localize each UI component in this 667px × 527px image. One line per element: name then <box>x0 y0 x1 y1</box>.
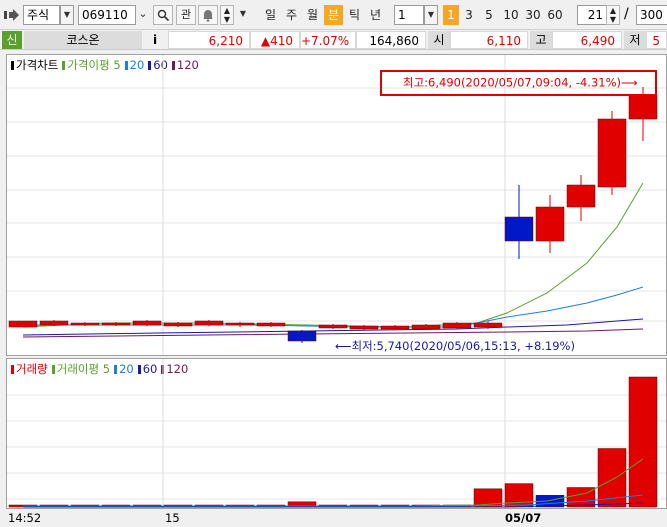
candle <box>504 216 534 242</box>
credit-badge: 신 <box>2 31 22 49</box>
interval-button-10[interactable]: 10 <box>501 5 521 25</box>
candle <box>194 320 224 326</box>
open-price: 6,110 <box>450 31 528 49</box>
period-tab-year[interactable]: 년 <box>366 5 385 25</box>
period-tab-month[interactable]: 월 <box>303 5 322 25</box>
price-change: ▲410 <box>250 31 300 49</box>
bell-button[interactable] <box>198 5 218 25</box>
candle <box>256 322 286 327</box>
stock-name[interactable]: 코스온 <box>24 31 142 49</box>
price-chart-canvas: 최고:6,490(2020/05/07,09:04, -4.31%)⟶ ⟵최저:… <box>7 55 666 355</box>
interval-button-5[interactable]: 5 <box>481 5 497 25</box>
stock-spinner[interactable]: ▲ ▼ <box>220 5 234 25</box>
candle <box>39 320 69 326</box>
high-annotation: 최고:6,490(2020/05/07,09:04, -4.31%)⟶ <box>403 76 638 90</box>
volume-chart-pane[interactable]: 거래량 거래이평 5 20 60 120 <box>6 358 667 509</box>
candle <box>287 330 317 342</box>
count-separator: / <box>624 6 629 22</box>
volume-bar <box>628 376 658 508</box>
high-label: 고 <box>530 31 552 49</box>
period-tab-week[interactable]: 주 <box>282 5 301 25</box>
current-price: 6,210 <box>168 31 250 49</box>
candle <box>566 184 596 208</box>
volume-value: 164,860 <box>356 31 426 49</box>
display-count-stepper[interactable]: ▲ ▼ <box>606 5 620 25</box>
period-tab-minute[interactable]: 분 <box>324 5 343 25</box>
market-type-select[interactable]: 주식 <box>23 5 60 25</box>
chevron-down-icon[interactable]: ⌄ <box>136 5 150 25</box>
low-price: 5 <box>646 31 667 49</box>
interval-button-30[interactable]: 30 <box>523 5 543 25</box>
period-tab-tick[interactable]: 틱 <box>345 5 364 25</box>
chevron-down-icon[interactable]: ▼ <box>60 5 74 25</box>
interval-button-60[interactable]: 60 <box>545 5 565 25</box>
period-tab-day[interactable]: 일 <box>261 5 280 25</box>
bell-icon <box>201 10 215 25</box>
volume-bar <box>504 483 534 508</box>
total-count-input[interactable]: 300 <box>636 5 667 25</box>
price-chart-pane[interactable]: 가격차트 가격이평 5 20 60 120 최고:6,490(2020/05/07,09… <box>6 54 667 356</box>
x-axis-label: 05/07 <box>505 511 542 525</box>
chart-toolbar: 주식 ▼ 069110 ⌄ 관 ▲ ▼ ▼ 일 주 월 분 틱 년 1 ▼ 1 3… <box>0 0 667 30</box>
volume-chart-canvas <box>7 359 666 508</box>
candle <box>101 322 131 326</box>
chevron-down-icon[interactable]: ▼ <box>424 5 438 25</box>
interval-input[interactable]: 1 <box>394 5 424 25</box>
candle <box>628 94 658 120</box>
candle <box>597 118 627 188</box>
candle <box>535 206 565 242</box>
stock-info-bar: 신 코스온 i 6,210 ▲410 +7.07% 164,860 시 6,11… <box>0 30 667 50</box>
candle <box>225 322 255 326</box>
info-button[interactable]: i <box>144 31 166 49</box>
candle <box>473 322 503 328</box>
low-label: 저 <box>624 31 646 49</box>
candle <box>380 325 410 330</box>
candle <box>349 325 379 330</box>
candle <box>442 322 472 329</box>
search-button[interactable] <box>153 5 173 25</box>
x-axis: 14:52 15 05/07 <box>0 509 667 527</box>
arrow-right-icon[interactable] <box>4 8 20 22</box>
candle <box>70 322 100 326</box>
display-count-input[interactable]: 21 <box>577 5 607 25</box>
high-price: 6,490 <box>552 31 622 49</box>
candle <box>132 320 162 326</box>
candle <box>411 324 441 330</box>
chevron-down-icon[interactable]: ▼ <box>236 5 250 25</box>
x-axis-label: 14:52 <box>8 511 42 525</box>
interval-button-1[interactable]: 1 <box>443 5 459 25</box>
change-rate: +7.07% <box>300 31 356 49</box>
interval-button-3[interactable]: 3 <box>461 5 477 25</box>
x-axis-label: 15 <box>165 511 180 525</box>
open-label: 시 <box>428 31 450 49</box>
candle <box>163 322 193 327</box>
stock-code-input[interactable]: 069110 <box>78 5 136 25</box>
low-annotation: ⟵최저:5,740(2020/05/06,15:13, +8.19%) <box>335 339 575 353</box>
candle <box>318 324 348 329</box>
search-icon <box>157 9 170 25</box>
candle <box>8 320 38 328</box>
watchlist-button[interactable]: 관 <box>176 5 196 25</box>
